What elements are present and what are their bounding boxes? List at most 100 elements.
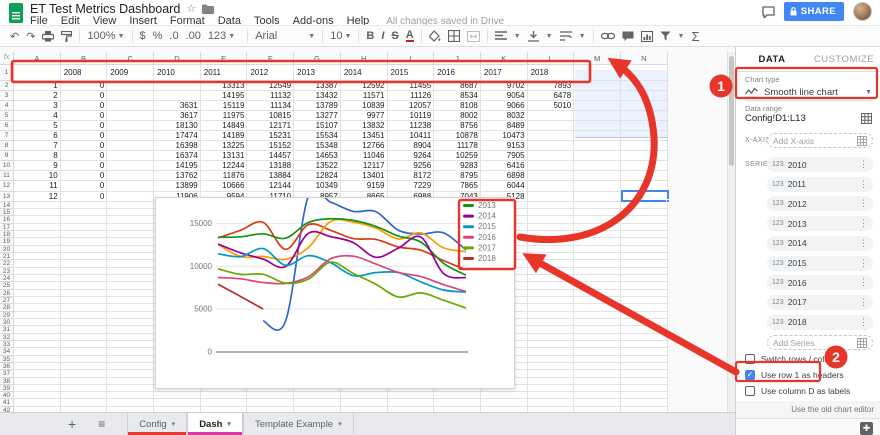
sheet-tab-template-example[interactable]: Template Example▾ (243, 413, 354, 435)
cell-M23[interactable] (574, 268, 621, 275)
cell-J3[interactable]: 8534 (434, 91, 481, 101)
row-header-33[interactable]: 33 (0, 341, 14, 348)
cell-B15[interactable] (61, 209, 108, 216)
cell-L3[interactable]: 6478 (528, 91, 575, 101)
cell-K3[interactable]: 9054 (481, 91, 528, 101)
row-header-8[interactable]: 8 (0, 141, 14, 151)
cell-D11[interactable]: 13762 (154, 171, 201, 181)
cell-K12[interactable]: 6044 (481, 181, 528, 191)
star-icon[interactable]: ☆ (186, 2, 196, 15)
cell-F8[interactable]: 15152 (247, 141, 294, 151)
redo-icon[interactable]: ↷ (26, 30, 35, 43)
cell-D3[interactable] (154, 91, 201, 101)
cell-D10[interactable]: 14195 (154, 161, 201, 171)
cell-H2[interactable]: 12592 (341, 81, 388, 91)
cell-K10[interactable]: 6416 (481, 161, 528, 171)
cell-D6[interactable]: 18130 (154, 121, 201, 131)
series-pill-2018[interactable]: 1232018⋮ (767, 315, 873, 330)
cell-L2[interactable]: 7893 (528, 81, 575, 91)
series-options-icon[interactable]: ⋮ (859, 297, 868, 308)
cell-N37[interactable] (621, 370, 668, 377)
cell-C34[interactable] (107, 348, 154, 355)
row-header-9[interactable]: 9 (0, 151, 14, 161)
series-options-icon[interactable]: ⋮ (859, 179, 868, 190)
cell-B24[interactable] (61, 275, 108, 282)
cell-C41[interactable] (107, 399, 154, 406)
filter-icon[interactable] (660, 31, 671, 41)
functions-icon[interactable]: Σ (691, 29, 699, 44)
cell-K40[interactable] (481, 392, 528, 399)
number-format-00[interactable]: .00 (186, 30, 201, 42)
cell-N10[interactable] (621, 161, 668, 171)
cell-B41[interactable] (61, 399, 108, 406)
vertical-scrollbar[interactable] (727, 52, 735, 412)
insert-chart-icon[interactable] (641, 31, 653, 42)
cell-N8[interactable] (621, 141, 668, 151)
cell-B33[interactable] (61, 341, 108, 348)
series-options-icon[interactable]: ⋮ (859, 218, 868, 229)
series-options-icon[interactable]: ⋮ (859, 258, 868, 269)
cell-F4[interactable]: 11134 (247, 101, 294, 111)
cell-F7[interactable]: 15231 (247, 131, 294, 141)
cell-E12[interactable]: 10666 (201, 181, 248, 191)
cell-F40[interactable] (247, 392, 294, 399)
cell-A5[interactable]: 4 (14, 111, 61, 121)
fill-color-icon[interactable] (429, 30, 441, 42)
avatar[interactable] (853, 2, 872, 21)
cell-G12[interactable]: 10349 (294, 181, 341, 191)
cell-J40[interactable] (434, 392, 481, 399)
row-header-38[interactable]: 38 (0, 378, 14, 385)
cell-L11[interactable] (528, 171, 575, 181)
cell-N16[interactable] (621, 216, 668, 223)
cell-F2[interactable]: 12549 (247, 81, 294, 91)
cell-H41[interactable] (341, 399, 388, 406)
cell-C1[interactable]: 2009 (107, 65, 154, 81)
cell-C33[interactable] (107, 341, 154, 348)
cell-L5[interactable] (528, 111, 575, 121)
cell-B19[interactable] (61, 238, 108, 245)
row-header-24[interactable]: 24 (0, 275, 14, 282)
row-header-4[interactable]: 4 (0, 101, 14, 111)
column-header-C[interactable]: C (107, 52, 154, 65)
cell-G6[interactable]: 15107 (294, 121, 341, 131)
row-header-14[interactable]: 14 (0, 202, 14, 209)
column-header-B[interactable]: B (61, 52, 108, 65)
row-header-27[interactable]: 27 (0, 297, 14, 304)
cell-E8[interactable]: 13225 (201, 141, 248, 151)
cell-D40[interactable] (154, 392, 201, 399)
cell-B1[interactable]: 2008 (61, 65, 108, 81)
cell-C15[interactable] (107, 209, 154, 216)
cell-M16[interactable] (574, 216, 621, 223)
chart-type-select[interactable]: Smooth line chart ▼ (745, 84, 872, 101)
cell-F9[interactable]: 14457 (247, 151, 294, 161)
cell-I40[interactable] (388, 392, 435, 399)
series-pill-2015[interactable]: 1232015⋮ (767, 256, 873, 271)
cell-G7[interactable]: 15534 (294, 131, 341, 141)
cell-M27[interactable] (574, 297, 621, 304)
cell-B13[interactable]: 0 (61, 192, 108, 202)
row-header-32[interactable]: 32 (0, 334, 14, 341)
cell-I11[interactable]: 8172 (388, 171, 435, 181)
cell-J11[interactable]: 8795 (434, 171, 481, 181)
cell-B7[interactable]: 0 (61, 131, 108, 141)
cell-L27[interactable] (528, 297, 575, 304)
sheet-tab-dash[interactable]: Dash▾ (187, 413, 243, 435)
cell-M15[interactable] (574, 209, 621, 216)
column-header-E[interactable]: E (201, 52, 248, 65)
cell-A4[interactable]: 3 (14, 101, 61, 111)
row-header-2[interactable]: 2 (0, 81, 14, 91)
cell-L13[interactable] (528, 192, 575, 202)
cell-H7[interactable]: 13451 (341, 131, 388, 141)
cell-H11[interactable]: 13401 (341, 171, 388, 181)
cell-L39[interactable] (528, 385, 575, 392)
cell-F1[interactable]: 2012 (247, 65, 294, 81)
cell-M39[interactable] (574, 385, 621, 392)
cell-C30[interactable] (107, 319, 154, 326)
row-header-5[interactable]: 5 (0, 111, 14, 121)
series-pill-2013[interactable]: 1232013⋮ (767, 216, 873, 231)
cell-B34[interactable] (61, 348, 108, 355)
column-header-G[interactable]: G (294, 52, 341, 65)
cell-K1[interactable]: 2017 (481, 65, 528, 81)
cell-K7[interactable]: 10473 (481, 131, 528, 141)
cell-D7[interactable]: 17474 (154, 131, 201, 141)
